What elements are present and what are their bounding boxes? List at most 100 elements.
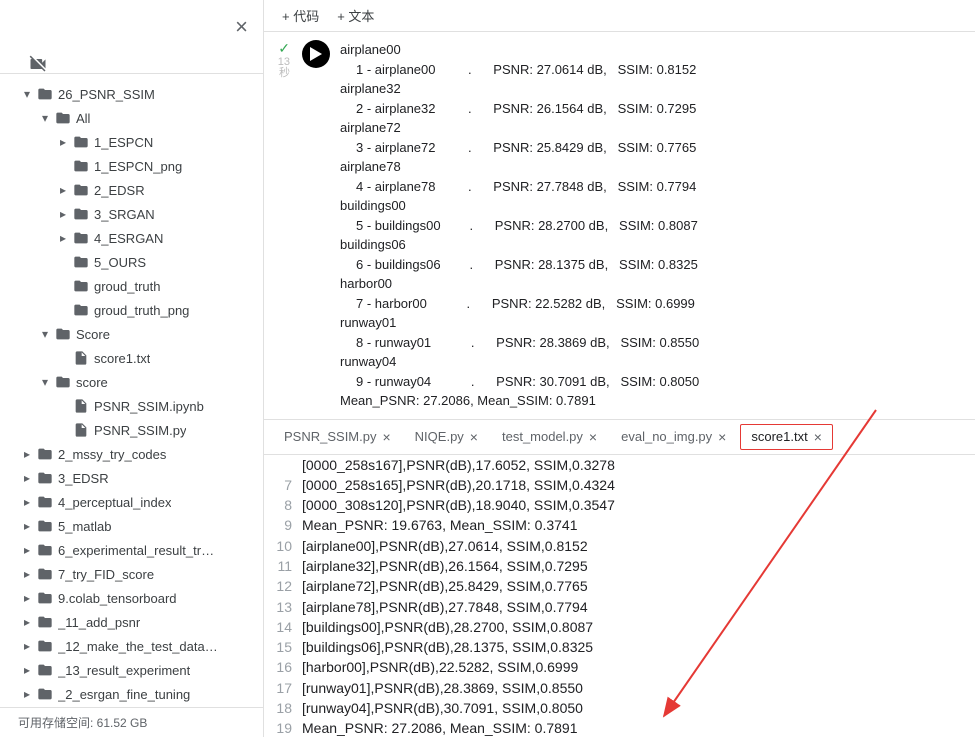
- close-panel-button[interactable]: ×: [235, 14, 248, 40]
- chevron-icon[interactable]: ▸: [18, 615, 36, 629]
- folder-score[interactable]: ▾Score: [0, 322, 263, 346]
- editor-line[interactable]: 17[runway01],PSNR(dB),28.3869, SSIM,0.85…: [264, 678, 975, 698]
- file-label: PSNR_SSIM.ipynb: [94, 399, 204, 414]
- file-psnr-ssim-py[interactable]: PSNR_SSIM.py: [0, 418, 263, 442]
- camera-off-icon[interactable]: [28, 54, 48, 74]
- chevron-icon[interactable]: ▸: [54, 207, 72, 221]
- chevron-icon[interactable]: ▸: [18, 471, 36, 485]
- editor-line[interactable]: 8[0000_308s120],PSNR(dB),18.9040, SSIM,0…: [264, 495, 975, 515]
- editor-line[interactable]: 16[harbor00],PSNR(dB),22.5282, SSIM,0.69…: [264, 657, 975, 677]
- editor-tabs: PSNR_SSIM.py×NIQE.py×test_model.py×eval_…: [264, 420, 975, 455]
- folder-groud-truth-png[interactable]: groud_truth_png: [0, 298, 263, 322]
- file-label: 9.colab_tensorboard: [58, 591, 177, 606]
- chevron-icon[interactable]: ▸: [18, 543, 36, 557]
- add-code-button[interactable]: + 代码: [282, 6, 319, 25]
- chevron-icon[interactable]: ▸: [18, 519, 36, 533]
- folder--11-add-psnr[interactable]: ▸_11_add_psnr: [0, 610, 263, 634]
- folder-icon: [36, 542, 54, 558]
- close-icon[interactable]: ×: [589, 429, 597, 445]
- file-label: 2_EDSR: [94, 183, 145, 198]
- file-icon: [72, 422, 90, 438]
- close-icon[interactable]: ×: [470, 429, 478, 445]
- editor-line[interactable]: 7[0000_258s165],PSNR(dB),20.1718, SSIM,0…: [264, 475, 975, 495]
- text-editor[interactable]: [0000_258s167],PSNR(dB),17.6052, SSIM,0.…: [264, 455, 975, 737]
- storage-footer: 可用存储空间: 61.52 GB: [0, 707, 263, 737]
- file-tree[interactable]: ▾26_PSNR_SSIM▾All▸1_ESPCN1_ESPCN_png ▸ 2_E…: [0, 74, 263, 707]
- add-text-button[interactable]: + 文本: [337, 6, 374, 25]
- editor-line[interactable]: 11[airplane32],PSNR(dB),26.1564, SSIM,0.…: [264, 556, 975, 576]
- tab-test-model-py[interactable]: test_model.py×: [492, 425, 607, 449]
- folder-4-perceptual-index[interactable]: ▸ 4_perceptual_index: [0, 490, 263, 514]
- folder--2-esrgan-fine-tuning[interactable]: ▸_2_esrgan_fine_tuning: [0, 682, 263, 706]
- tab-niqe-py[interactable]: NIQE.py×: [405, 425, 488, 449]
- folder-groud-truth[interactable]: groud_truth: [0, 274, 263, 298]
- chevron-icon[interactable]: ▸: [18, 687, 36, 701]
- editor-line[interactable]: [0000_258s167],PSNR(dB),17.6052, SSIM,0.…: [264, 455, 975, 475]
- chevron-icon[interactable]: ▸: [54, 183, 72, 197]
- chevron-icon[interactable]: ▸: [18, 495, 36, 509]
- folder--13-result-experiment[interactable]: ▸_13_result_experiment: [0, 658, 263, 682]
- chevron-icon[interactable]: ▸: [54, 135, 72, 149]
- line-content: [0000_258s167],PSNR(dB),17.6052, SSIM,0.…: [302, 455, 615, 475]
- chevron-icon[interactable]: ▸: [18, 639, 36, 653]
- folder-2-mssy-try-codes[interactable]: ▸ 2_mssy_try_codes: [0, 442, 263, 466]
- editor-line[interactable]: 18[runway04],PSNR(dB),30.7091, SSIM,0.80…: [264, 698, 975, 718]
- file-icon: [72, 398, 90, 414]
- folder-9-colab-tensorboard[interactable]: ▸ 9.colab_tensorboard: [0, 586, 263, 610]
- folder-5-matlab[interactable]: ▸5_matlab: [0, 514, 263, 538]
- editor-line[interactable]: 9Mean_PSNR: 19.6763, Mean_SSIM: 0.3741: [264, 515, 975, 535]
- folder-6-experimental-result-tr-[interactable]: ▸6_experimental_result_tr…: [0, 538, 263, 562]
- editor-line[interactable]: 14[buildings00],PSNR(dB),28.2700, SSIM,0…: [264, 617, 975, 637]
- editor-line[interactable]: 10[airplane00],PSNR(dB),27.0614, SSIM,0.…: [264, 536, 975, 556]
- exec-time-unit: 秒: [279, 68, 290, 79]
- folder-icon: [36, 638, 54, 654]
- folder-icon: [36, 590, 54, 606]
- folder-icon: [72, 254, 90, 270]
- folder-26-psnr-ssim[interactable]: ▾26_PSNR_SSIM: [0, 82, 263, 106]
- line-content: [0000_258s165],PSNR(dB),20.1718, SSIM,0.…: [302, 475, 615, 495]
- close-icon[interactable]: ×: [814, 429, 822, 445]
- file-label: 4_perceptual_index: [58, 495, 171, 510]
- folder-all[interactable]: ▾All: [0, 106, 263, 130]
- chevron-icon[interactable]: ▸: [18, 663, 36, 677]
- file-score1-txt[interactable]: score1.txt: [0, 346, 263, 370]
- tab-label: score1.txt: [751, 429, 807, 444]
- folder-score[interactable]: ▾ score: [0, 370, 263, 394]
- folder-1-espcn[interactable]: ▸1_ESPCN: [0, 130, 263, 154]
- line-content: [buildings00],PSNR(dB),28.2700, SSIM,0.8…: [302, 617, 593, 637]
- chevron-icon[interactable]: ▾: [36, 111, 54, 125]
- close-icon[interactable]: ×: [382, 429, 390, 445]
- folder-2-edsr[interactable]: ▸ 2_EDSR: [0, 178, 263, 202]
- chevron-icon[interactable]: ▸: [18, 447, 36, 461]
- chevron-icon[interactable]: ▸: [18, 591, 36, 605]
- folder-7-try-fid-score[interactable]: ▸7_try_FID_score: [0, 562, 263, 586]
- file-label: score: [76, 375, 108, 390]
- tab-score1-txt[interactable]: score1.txt ×: [740, 424, 833, 450]
- editor-line[interactable]: 12[airplane72],PSNR(dB),25.8429, SSIM,0.…: [264, 576, 975, 596]
- folder-3-edsr[interactable]: ▸3_EDSR: [0, 466, 263, 490]
- tab-psnr-ssim-py[interactable]: PSNR_SSIM.py×: [274, 425, 401, 449]
- close-icon[interactable]: ×: [718, 429, 726, 445]
- line-content: [airplane32],PSNR(dB),26.1564, SSIM,0.72…: [302, 556, 588, 576]
- chevron-icon[interactable]: ▾: [18, 87, 36, 101]
- chevron-icon[interactable]: ▾: [36, 375, 54, 389]
- folder-4-esrgan[interactable]: ▸4_ESRGAN: [0, 226, 263, 250]
- file-label: 2_mssy_try_codes: [58, 447, 166, 462]
- editor-line[interactable]: 19Mean_PSNR: 27.2086, Mean_SSIM: 0.7891: [264, 718, 975, 737]
- chevron-icon[interactable]: ▾: [36, 327, 54, 341]
- folder--12-make-the-test-data-[interactable]: ▸_12_make_the_test_data…: [0, 634, 263, 658]
- file-psnr-ssim-ipynb[interactable]: PSNR_SSIM.ipynb: [0, 394, 263, 418]
- chevron-icon[interactable]: ▸: [54, 231, 72, 245]
- run-cell-button[interactable]: [302, 40, 330, 68]
- line-content: [0000_308s120],PSNR(dB),18.9040, SSIM,0.…: [302, 495, 615, 515]
- editor-line[interactable]: 13[airplane78],PSNR(dB),27.7848, SSIM,0.…: [264, 597, 975, 617]
- editor-line[interactable]: 15[buildings06],PSNR(dB),28.1375, SSIM,0…: [264, 637, 975, 657]
- line-number: 14: [264, 617, 302, 637]
- folder-3-srgan[interactable]: ▸3_SRGAN: [0, 202, 263, 226]
- chevron-icon[interactable]: ▸: [18, 567, 36, 581]
- folder-1-espcn-png[interactable]: 1_ESPCN_png: [0, 154, 263, 178]
- folder-5-ours[interactable]: 5_OURS: [0, 250, 263, 274]
- folder-icon: [72, 134, 90, 150]
- tab-eval-no-img-py[interactable]: eval_no_img.py×: [611, 425, 736, 449]
- line-content: [airplane78],PSNR(dB),27.7848, SSIM,0.77…: [302, 597, 588, 617]
